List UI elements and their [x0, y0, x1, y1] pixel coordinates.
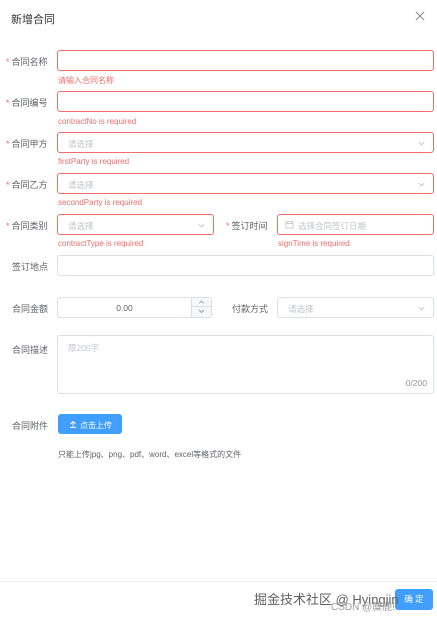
footer-divider — [0, 581, 437, 582]
add-contract-dialog: 新增合同 * 合同名称 请输入合同名称 * 合同编号 contractNo is r… — [0, 0, 437, 620]
description-placeholder: 限200字 — [68, 343, 100, 353]
party-b-placeholder: 请选择 — [68, 180, 94, 190]
confirm-button[interactable]: 确 定 — [395, 589, 433, 610]
party-a-placeholder: 请选择 — [68, 139, 94, 149]
upload-button[interactable]: 点击上传 — [58, 414, 122, 434]
sign-time-label: * 签订时间 — [226, 221, 268, 231]
dialog-title: 新增合同 — [11, 14, 55, 26]
sign-place-label: 签订地点 — [12, 262, 49, 272]
close-icon[interactable] — [413, 9, 427, 23]
increase-icon[interactable] — [192, 298, 211, 307]
description-textarea[interactable]: 限200字 0/200 — [57, 335, 434, 394]
upload-icon — [70, 420, 76, 428]
description-label: 合同描述 — [12, 345, 49, 355]
party-b-error: secondParty is required — [58, 198, 143, 207]
amount-value: 0.00 — [116, 303, 133, 313]
party-a-select[interactable]: 请选择 — [57, 132, 434, 153]
amount-input[interactable]: 0.00 — [57, 297, 212, 318]
contract-name-label: * 合同名称 — [6, 57, 48, 67]
calendar-icon — [285, 220, 294, 229]
sign-time-picker[interactable]: 选择合同签订日期 — [277, 214, 434, 235]
contract-type-select[interactable]: 请选择 — [57, 214, 214, 235]
party-a-label: * 合同甲方 — [6, 139, 48, 149]
contract-type-label: * 合同类别 — [6, 221, 48, 231]
amount-stepper — [191, 298, 211, 317]
contract-name-input[interactable] — [57, 50, 434, 71]
contract-type-placeholder: 请选择 — [68, 221, 94, 231]
sign-time-error: signTime is required — [278, 239, 350, 248]
sign-place-input[interactable] — [57, 255, 434, 276]
watermark-subtext: CSDN @麋鹿! — [331, 602, 396, 613]
contract-no-label: * 合同编号 — [6, 98, 48, 108]
sign-time-placeholder: 选择合同签订日期 — [298, 221, 367, 231]
description-counter: 0/200 — [405, 378, 427, 388]
payment-placeholder: 请选择 — [288, 304, 314, 314]
contract-type-error: contractType is required — [58, 239, 144, 248]
party-b-label: * 合同乙方 — [6, 180, 48, 190]
party-a-error: firstParty is required — [58, 157, 130, 166]
payment-label: 付款方式 — [232, 304, 269, 314]
upload-tip: 只能上传jpg、png、pdf、word、excel等格式的文件 — [58, 450, 242, 459]
chevron-down-icon — [418, 182, 425, 187]
chevron-down-icon — [418, 306, 425, 311]
chevron-down-icon — [418, 141, 425, 146]
amount-label: 合同金额 — [12, 304, 49, 314]
chevron-down-icon — [198, 223, 205, 228]
contract-no-input[interactable] — [57, 91, 434, 112]
payment-select[interactable]: 请选择 — [277, 297, 434, 318]
upload-button-label: 点击上传 — [80, 421, 112, 430]
contract-name-error: 请输入合同名称 — [58, 76, 114, 85]
attachment-label: 合同附件 — [12, 421, 49, 431]
party-b-select[interactable]: 请选择 — [57, 173, 434, 194]
decrease-icon[interactable] — [192, 307, 211, 316]
contract-no-error: contractNo is required — [58, 117, 137, 126]
